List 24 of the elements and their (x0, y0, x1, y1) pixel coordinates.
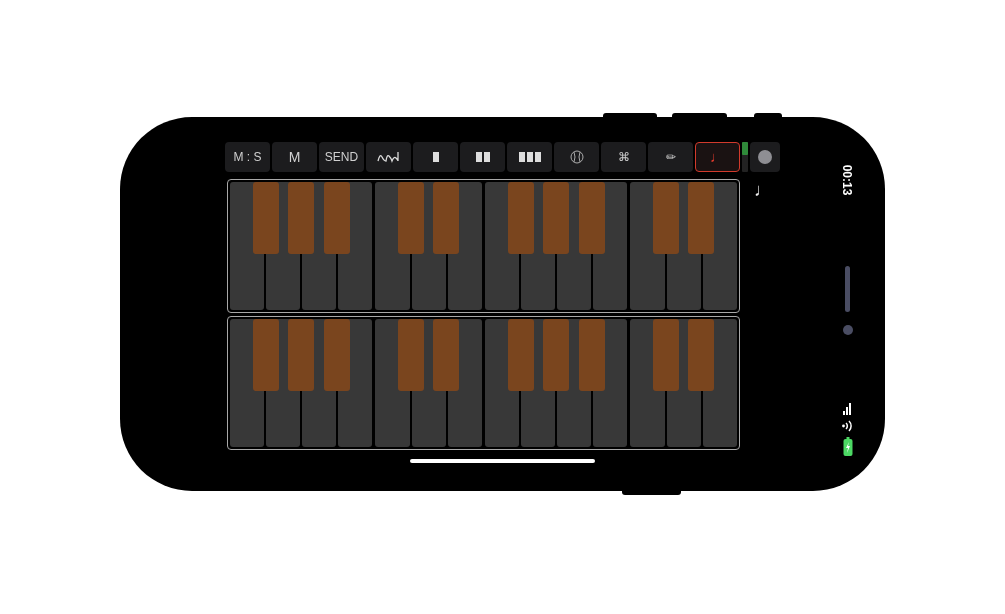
toolbar-button[interactable]: ♩ (695, 141, 740, 172)
toolbar-button[interactable]: SEND (319, 141, 364, 172)
dot-icon (842, 325, 853, 335)
bars-icon (518, 151, 541, 162)
piano-keyboard-drawing[interactable] (227, 178, 740, 313)
toolbar-button[interactable] (366, 141, 411, 172)
toolbar-button[interactable]: ✏ (648, 141, 693, 172)
piano-keyboard-drawing[interactable] (227, 315, 740, 450)
toolbar-button[interactable]: M (272, 141, 317, 172)
bars-icon (475, 151, 490, 162)
ball-icon (569, 149, 584, 164)
toolbar-button[interactable] (460, 141, 505, 172)
volume-pill (845, 266, 850, 312)
toolbar-button[interactable]: M : S (225, 141, 270, 172)
note-symbol: ♩ (754, 178, 772, 201)
signal-icon (842, 402, 853, 415)
bar-icon (432, 151, 439, 162)
wave-icon (376, 150, 401, 163)
toolbar-button[interactable] (507, 141, 552, 172)
record-button[interactable] (750, 141, 780, 172)
status-time: 00:13 (840, 164, 855, 195)
toolbar-button[interactable]: ⌘ (601, 141, 646, 172)
toolbar-button[interactable] (413, 141, 458, 172)
wifi-icon (842, 419, 853, 432)
